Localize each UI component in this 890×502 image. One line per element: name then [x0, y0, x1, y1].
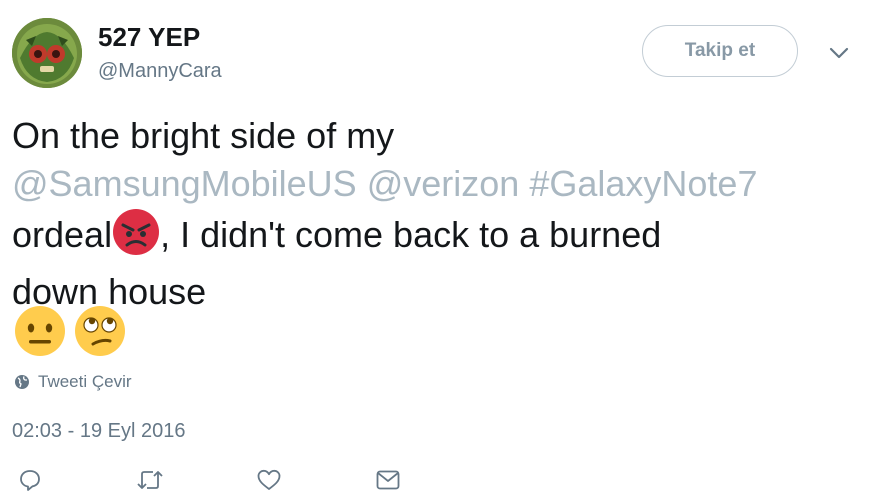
hashtag-link[interactable]: #GalaxyNote7 [529, 163, 757, 204]
neutral-face-icon [15, 306, 65, 356]
follow-button[interactable]: Takip et [642, 25, 798, 77]
message-icon[interactable] [375, 468, 401, 492]
translate-label: Tweeti Çevir [38, 372, 132, 391]
user-handle[interactable]: @MannyCara [98, 60, 222, 83]
like-icon[interactable] [256, 468, 282, 492]
user-name[interactable]: 527 YEP [98, 22, 200, 53]
tweet-line: On the bright side of my [12, 115, 395, 156]
tweet-text: On the bright side of my @SamsungMobileU… [12, 112, 872, 316]
globe-icon [15, 375, 29, 389]
tweet-text-fragment: , I didn't come back to a burned [160, 214, 662, 255]
follow-button-label: Takip et [684, 40, 756, 61]
angry-face-icon [112, 208, 160, 268]
chevron-down-icon[interactable] [826, 40, 852, 66]
translate-tweet-link[interactable]: Tweeti Çevir [14, 372, 132, 392]
reply-icon[interactable] [18, 468, 42, 492]
eye-roll-face-icon [75, 306, 125, 356]
mention-link[interactable]: @SamsungMobileUS [12, 163, 357, 204]
avatar[interactable] [12, 18, 82, 88]
tweet-line: @SamsungMobileUS @verizon #GalaxyNote7 [12, 160, 872, 208]
timestamp[interactable]: 02:03 - 19 Eyl 2016 [12, 420, 185, 443]
mention-link[interactable]: @verizon [367, 163, 520, 204]
emoji-row [14, 305, 126, 357]
tweet-actions [0, 468, 890, 498]
tweet-line: down house [12, 271, 207, 312]
retweet-icon[interactable] [136, 468, 164, 492]
tweet-line: ordeal , I didn't come back to a burned [12, 208, 872, 268]
tweet-text-fragment: ordeal [12, 214, 113, 255]
